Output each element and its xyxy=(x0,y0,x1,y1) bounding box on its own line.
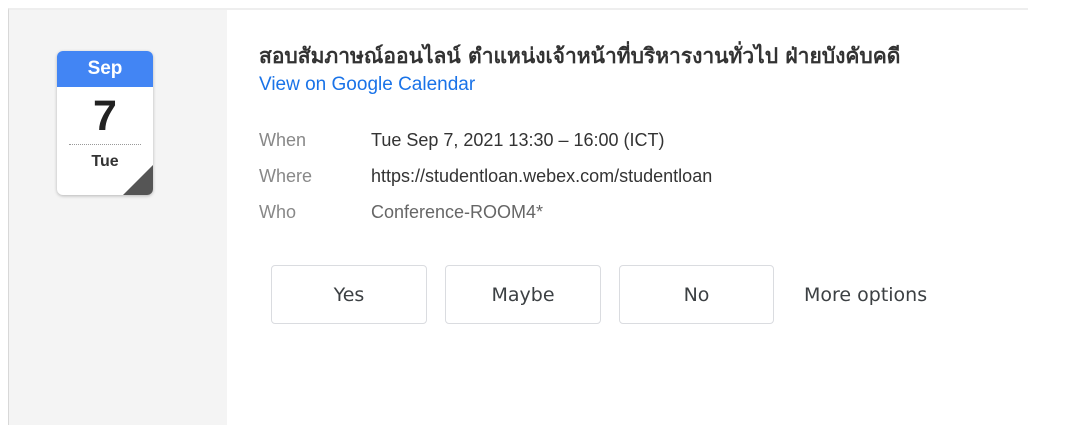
event-title: สอบสัมภาษณ์ออนไลน์ ตำแหน่งเจ้าหน้าที่บริ… xyxy=(259,43,901,68)
more-options-link[interactable]: More options xyxy=(804,284,927,306)
when-value: Tue Sep 7, 2021 13:30 – 16:00 (ICT) xyxy=(371,129,665,150)
rsvp-maybe-button[interactable]: Maybe xyxy=(445,265,601,324)
event-details: When Tue Sep 7, 2021 13:30 – 16:00 (ICT)… xyxy=(259,122,1029,230)
rsvp-no-button[interactable]: No xyxy=(619,265,774,324)
who-label: Who xyxy=(259,201,297,222)
who-value: Conference-ROOM4* xyxy=(371,201,544,222)
calendar-month: Sep xyxy=(57,51,153,87)
detail-row-where: Where https://studentloan.webex.com/stud… xyxy=(259,158,1029,194)
rsvp-yes-button[interactable]: Yes xyxy=(271,265,427,324)
date-column: Sep 7 Tue xyxy=(9,10,227,425)
calendar-day: 7 xyxy=(93,92,117,140)
rsvp-actions: Yes Maybe No More options xyxy=(259,265,1029,324)
view-on-google-calendar-link[interactable]: View on Google Calendar xyxy=(259,74,1029,96)
where-value: https://studentloan.webex.com/studentloa… xyxy=(371,165,713,186)
calendar-divider xyxy=(69,144,141,145)
detail-row-who: Who Conference-ROOM4* xyxy=(259,194,1029,230)
event-invite-card: Sep 7 Tue สอบสัมภาษณ์ออนไลน์ ตำแหน่งเจ้า… xyxy=(8,8,1028,425)
detail-row-when: When Tue Sep 7, 2021 13:30 – 16:00 (ICT) xyxy=(259,122,1029,158)
page-fold-icon xyxy=(123,165,153,195)
event-content: สอบสัมภาษณ์ออนไลน์ ตำแหน่งเจ้าหน้าที่บริ… xyxy=(259,40,1029,324)
calendar-date-icon: Sep 7 Tue xyxy=(57,51,153,195)
when-label: When xyxy=(259,129,307,150)
where-label: Where xyxy=(259,165,313,186)
